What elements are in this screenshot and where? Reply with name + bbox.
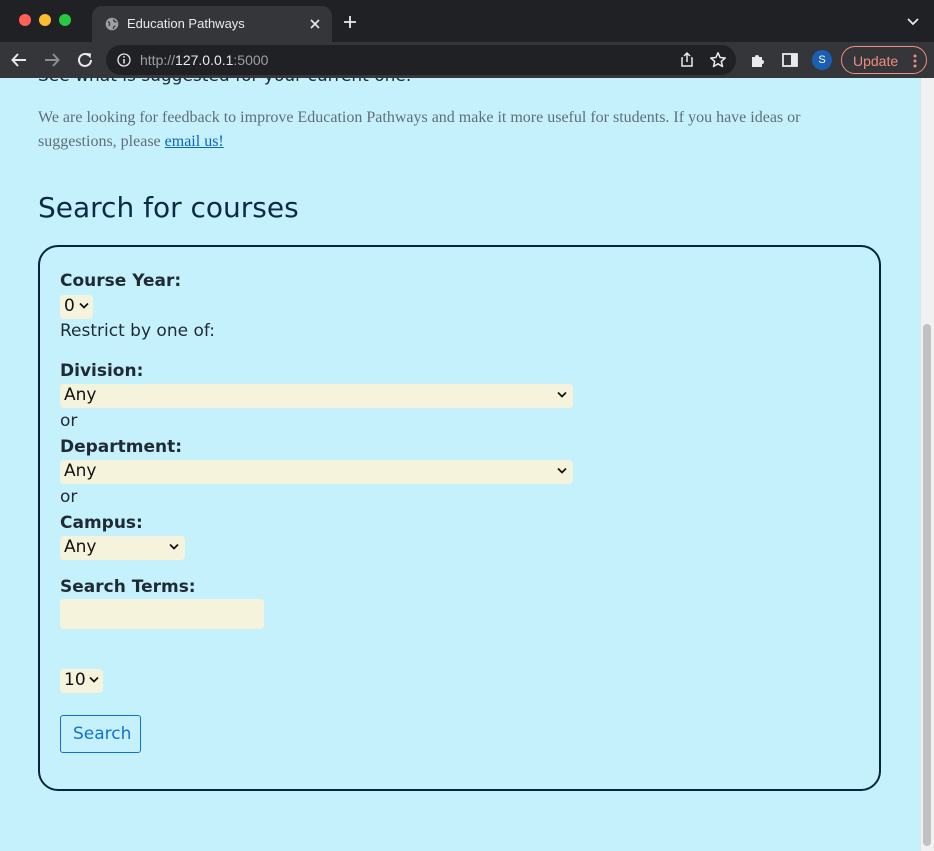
- tab-title: Education Pathways: [127, 16, 245, 31]
- feedback-paragraph: We are looking for feedback to improve E…: [38, 106, 828, 154]
- close-window-button[interactable]: [19, 14, 31, 26]
- close-icon[interactable]: [307, 16, 323, 32]
- chevron-down-icon: [169, 543, 179, 550]
- division-label: Division:: [60, 361, 144, 381]
- search-terms-label: Search Terms:: [60, 577, 196, 597]
- browser-tab[interactable]: Education Pathways: [92, 6, 332, 42]
- chevron-down-icon: [89, 676, 99, 683]
- zoom-window-button[interactable]: [59, 14, 71, 26]
- side-panel-icon[interactable]: [781, 51, 799, 69]
- update-button-label: Update: [853, 53, 899, 69]
- globe-favicon-icon: [105, 17, 119, 31]
- url-text: http://127.0.0.1:5000: [140, 52, 269, 68]
- update-button[interactable]: Update: [841, 46, 927, 74]
- results-per-page-select[interactable]: 10: [60, 669, 103, 693]
- star-icon[interactable]: [709, 51, 727, 69]
- restrict-text: Restrict by one of:: [60, 321, 215, 341]
- chevron-down-icon[interactable]: [906, 17, 920, 27]
- share-icon[interactable]: [678, 51, 696, 69]
- course-year-label: Course Year:: [60, 271, 182, 291]
- or-text: or: [60, 487, 78, 507]
- department-label: Department:: [60, 437, 183, 457]
- chevron-down-icon: [557, 467, 567, 474]
- search-button[interactable]: Search: [60, 715, 141, 753]
- feedback-text: We are looking for feedback to improve E…: [38, 109, 801, 150]
- search-terms-input[interactable]: [60, 599, 264, 629]
- scrollbar-thumb[interactable]: [923, 324, 931, 846]
- minimize-window-button[interactable]: [39, 14, 51, 26]
- division-select[interactable]: Any: [60, 384, 573, 408]
- plus-icon[interactable]: [343, 15, 357, 29]
- search-button-label: Search: [73, 724, 132, 744]
- puzzle-extensions-icon[interactable]: [749, 51, 767, 69]
- chevron-down-icon: [557, 391, 567, 398]
- search-form: Course Year: 0 Restrict by one of: Divis…: [38, 245, 881, 791]
- cut-off-text: See what is suggested for your current o…: [38, 78, 411, 86]
- department-select[interactable]: Any: [60, 460, 573, 484]
- browser-toolbar: http://127.0.0.1:5000 S Update: [0, 42, 934, 78]
- info-icon[interactable]: [117, 53, 131, 67]
- profile-avatar[interactable]: S: [812, 50, 832, 70]
- course-year-select[interactable]: 0: [60, 295, 93, 319]
- or-text: or: [60, 411, 78, 431]
- campus-label: Campus:: [60, 513, 143, 533]
- chevron-down-icon: [79, 302, 89, 309]
- campus-select[interactable]: Any: [60, 536, 185, 560]
- tab-strip: Education Pathways: [0, 0, 934, 42]
- back-arrow-icon[interactable]: [10, 51, 28, 69]
- email-link[interactable]: email us!: [165, 133, 224, 150]
- page-viewport: See what is suggested for your current o…: [0, 78, 934, 851]
- reload-icon[interactable]: [76, 51, 94, 69]
- kebab-menu-icon[interactable]: [913, 54, 917, 68]
- address-bar[interactable]: http://127.0.0.1:5000: [106, 45, 736, 75]
- forward-arrow-icon[interactable]: [43, 51, 61, 69]
- page-title: Search for courses: [38, 191, 299, 224]
